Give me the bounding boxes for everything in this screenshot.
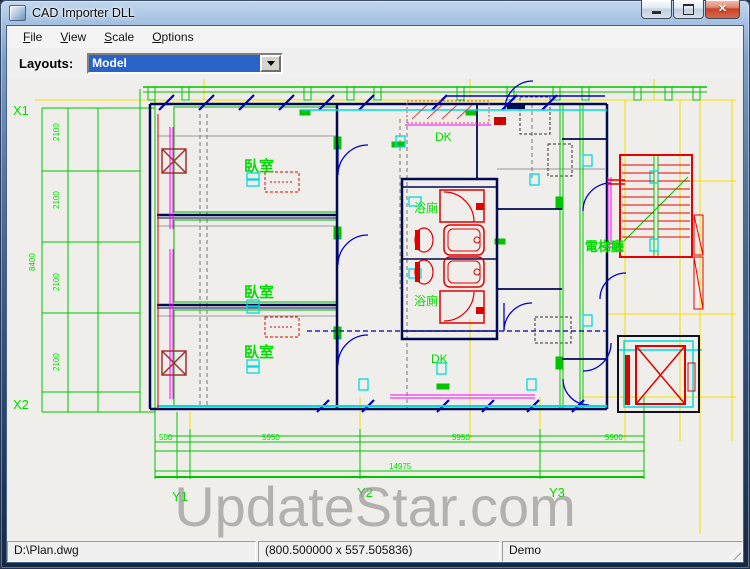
magenta-lines [169, 124, 620, 399]
building-walls [148, 102, 609, 411]
resize-grip[interactable] [728, 547, 741, 560]
drawing-viewport[interactable]: X1 X2 Y1 Y2 Y3 臥室 臥室 臥室 浴廁 浴廁 DK DK 電梯廳 … [7, 79, 743, 540]
dim-bottom-d: 5900 [605, 433, 623, 442]
menu-options[interactable]: Options [143, 27, 202, 47]
status-mode: Demo [502, 541, 743, 562]
room-label-bath-2: 浴廁 [414, 293, 438, 308]
maximize-icon [683, 3, 694, 15]
dim-left-a: 2100 [52, 123, 61, 141]
status-file-path: D:\Plan.dwg [7, 541, 256, 562]
close-button[interactable]: ✕ [705, 0, 740, 19]
watermark-text: UpdateStar.com [174, 475, 576, 538]
status-coordinates: (800.500000 x 557.505836) [258, 541, 500, 562]
window-title: CAD Importer DLL [32, 6, 135, 20]
dim-bottom-b: 5950 [262, 433, 280, 442]
layout-combobox[interactable]: Model [87, 53, 284, 74]
axis-label-x2: X2 [13, 397, 29, 412]
room-label-elevator-hall: 電梯廳 [585, 239, 624, 254]
dim-bottom-c: 5950 [452, 433, 470, 442]
room-label-dk-1: DK [435, 130, 452, 144]
room-label-dk-2: DK [431, 352, 448, 366]
axis-label-x1: X1 [13, 103, 29, 118]
app-icon[interactable] [9, 5, 26, 21]
layout-selected-value: Model [89, 55, 261, 72]
dim-left-span: 8400 [28, 253, 37, 271]
stairs-and-elevator [617, 154, 704, 413]
menu-file[interactable]: File [14, 27, 51, 47]
close-icon: ✕ [717, 2, 728, 15]
room-label-bedroom-1: 臥室 [244, 157, 274, 175]
menu-view[interactable]: View [51, 27, 95, 47]
minimize-icon [652, 11, 661, 14]
statusbar: D:\Plan.dwg (800.500000 x 557.505836) De… [7, 540, 743, 562]
maximize-button[interactable] [673, 0, 704, 19]
dim-left-b: 2100 [52, 191, 61, 209]
room-label-bedroom-3: 臥室 [244, 343, 274, 361]
dim-bottom-total: 14975 [389, 462, 412, 471]
dim-left-c: 2100 [52, 273, 61, 291]
layouts-label: Layouts: [19, 56, 74, 71]
titlebar[interactable]: CAD Importer DLL ✕ [0, 0, 750, 26]
room-label-bedroom-2: 臥室 [244, 283, 274, 301]
combobox-dropdown-button[interactable] [260, 55, 282, 72]
window-content: File View Scale Options Layouts: Model X… [7, 26, 743, 562]
layouts-toolbar: Layouts: Model [7, 48, 743, 79]
cad-drawing: X1 X2 Y1 Y2 Y3 臥室 臥室 臥室 浴廁 浴廁 DK DK 電梯廳 … [13, 79, 736, 538]
app-window: CAD Importer DLL ✕ File View Scale Optio… [0, 0, 750, 569]
dim-bottom-a: 550 [159, 433, 173, 442]
construction-lines [157, 96, 605, 409]
menu-scale[interactable]: Scale [95, 27, 143, 47]
status-mode-text: Demo [509, 543, 542, 557]
dim-left-d: 2100 [52, 353, 61, 371]
menubar: File View Scale Options [7, 26, 743, 48]
minimize-button[interactable] [641, 0, 672, 19]
room-label-bath-1: 浴廁 [414, 200, 438, 215]
